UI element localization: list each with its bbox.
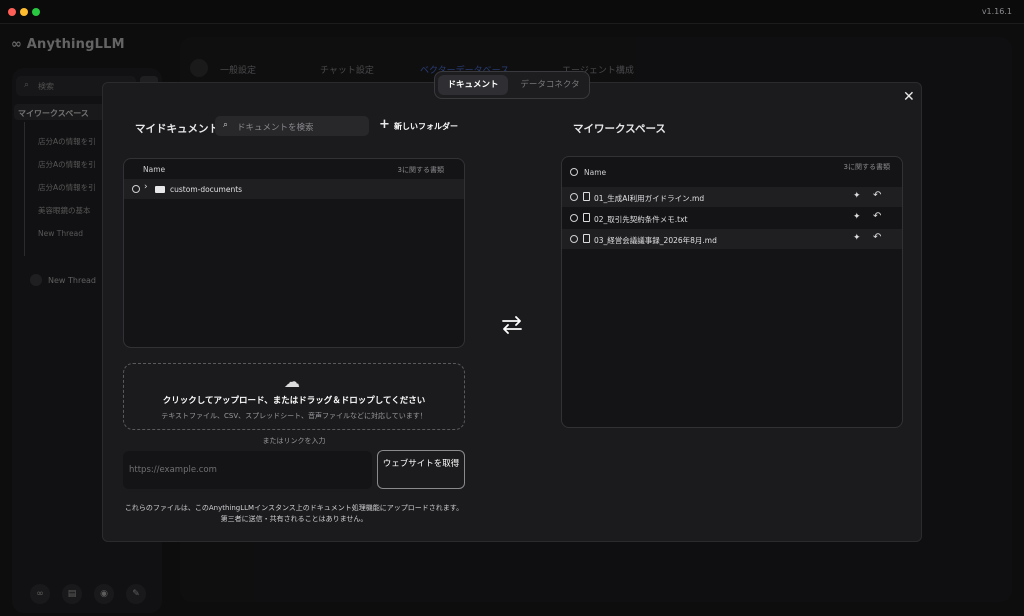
swap-arrows-icon[interactable] (501, 315, 523, 335)
pin-icon[interactable]: ✦ (853, 191, 861, 201)
column-header-count: 3に関する書類 (397, 166, 444, 174)
workspace-file-row[interactable]: 03_経営会議議事録_2026年8月.md ✦ ↶ (562, 229, 902, 249)
document-manager-modal: ✕ マイドキュメント ⌕ ドキュメントを検索 + 新しいフォルダー Name 3… (102, 82, 922, 542)
app-logo-text: AnythingLLM (26, 37, 125, 52)
folder-name: custom-documents (170, 185, 243, 194)
sidebar-thread-item[interactable]: New Thread (38, 229, 83, 238)
undo-icon[interactable]: ↶ (873, 211, 881, 222)
row-checkbox[interactable] (570, 193, 578, 201)
infinity-icon[interactable]: ∞ (30, 584, 50, 604)
upload-dropzone[interactable]: ☁ クリックしてアップロード、またはドラッグ＆ドロップしてください テキストファ… (123, 363, 465, 430)
undo-icon[interactable]: ↶ (873, 190, 881, 201)
app-logo: ∞ AnythingLLM (11, 37, 125, 52)
website-url-input[interactable] (123, 451, 372, 489)
or-enter-link-label: またはリンクを入力 (262, 437, 326, 445)
zoom-window-button[interactable] (32, 8, 40, 16)
upload-privacy-notice: これらのファイルは、このAnythingLLMインスタンス上のドキュメント処理機… (124, 504, 464, 523)
document-search-input[interactable]: ⌕ ドキュメントを検索 (215, 116, 369, 136)
row-checkbox[interactable] (132, 185, 140, 193)
select-all-checkbox[interactable] (570, 168, 578, 176)
search-icon: ⌕ (24, 80, 30, 90)
tab-chat-settings[interactable]: チャット設定 (320, 63, 374, 76)
back-arrow-icon[interactable] (190, 59, 208, 77)
file-icon (583, 192, 590, 201)
column-header-name: Name (584, 168, 607, 177)
folder-icon (155, 186, 165, 193)
sidebar-thread-item[interactable]: 店分Aの情報を引 (38, 159, 96, 170)
document-search-placeholder: ドキュメントを検索 (237, 123, 314, 133)
chevron-right-icon[interactable]: › (144, 182, 148, 192)
row-checkbox[interactable] (570, 214, 578, 222)
file-icon (583, 213, 590, 222)
pin-icon[interactable]: ✦ (853, 212, 861, 222)
tab-documents[interactable]: ドキュメント (438, 75, 508, 95)
sidebar-thread-item[interactable]: 美容眼鏡の基本 (38, 205, 91, 216)
column-header-name: Name (143, 165, 166, 174)
sidebar-search-placeholder: 検索 (38, 82, 54, 91)
folder-row[interactable]: › custom-documents (124, 179, 464, 199)
workspace-file-row[interactable]: 01_生成AI利用ガイドライン.md ✦ ↶ (562, 187, 902, 207)
thread-tree-line (24, 122, 25, 256)
infinity-icon: ∞ (11, 37, 27, 52)
fetch-website-button[interactable]: ウェブサイトを取得 (377, 450, 465, 489)
sidebar-workspace-name[interactable]: マイワークスペース (18, 108, 89, 119)
pin-icon[interactable]: ✦ (853, 233, 861, 243)
my-documents-title: マイドキュメント (135, 123, 219, 135)
undo-icon[interactable]: ↶ (873, 232, 881, 243)
minimize-window-button[interactable] (20, 8, 28, 16)
new-thread-button[interactable]: New Thread (48, 276, 96, 285)
cloud-upload-icon: ☁ (284, 372, 300, 391)
tab-general-settings[interactable]: 一般設定 (220, 63, 256, 76)
file-name: 02_取引先契約条件メモ.txt (594, 215, 688, 224)
workspace-file-row[interactable]: 02_取引先契約条件メモ.txt ✦ ↶ (562, 208, 902, 228)
close-window-button[interactable] (8, 8, 16, 16)
file-icon (583, 234, 590, 243)
my-workspace-panel: Name 3に関する書類 01_生成AI利用ガイドライン.md ✦ ↶ 02_取… (561, 156, 903, 428)
book-icon[interactable]: ▤ (62, 584, 82, 604)
title-bar: v1.16.1 (0, 0, 1024, 24)
row-checkbox[interactable] (570, 235, 578, 243)
modal-tab-switcher: ドキュメント データコネクタ (434, 71, 590, 99)
column-header-count: 3に関する書類 (843, 163, 890, 171)
upload-title: クリックしてアップロード、またはドラッグ＆ドロップしてください (162, 396, 426, 406)
plus-icon (30, 274, 42, 286)
close-icon[interactable]: ✕ (903, 89, 915, 105)
file-name: 03_経営会議議事録_2026年8月.md (594, 236, 717, 245)
file-name: 01_生成AI利用ガイドライン.md (594, 194, 705, 203)
version-label: v1.16.1 (981, 7, 1012, 16)
discord-icon[interactable]: ◉ (94, 584, 114, 604)
wrench-icon[interactable]: ✎ (126, 584, 146, 604)
upload-subtitle: テキストファイル、CSV、スプレッドシート、音声ファイルなどに対応しています！ (161, 412, 427, 420)
my-workspace-title: マイワークスペース (573, 123, 666, 135)
my-documents-panel: Name 3に関する書類 › custom-documents (123, 158, 465, 348)
new-folder-button[interactable]: 新しいフォルダー (394, 121, 458, 132)
tab-data-connectors[interactable]: データコネクタ (513, 75, 587, 95)
search-icon: ⌕ (223, 120, 229, 130)
sidebar-thread-item[interactable]: 店分Aの情報を引 (38, 136, 96, 147)
plus-icon: + (379, 117, 390, 132)
sidebar-thread-item[interactable]: 店分Aの情報を引 (38, 182, 96, 193)
